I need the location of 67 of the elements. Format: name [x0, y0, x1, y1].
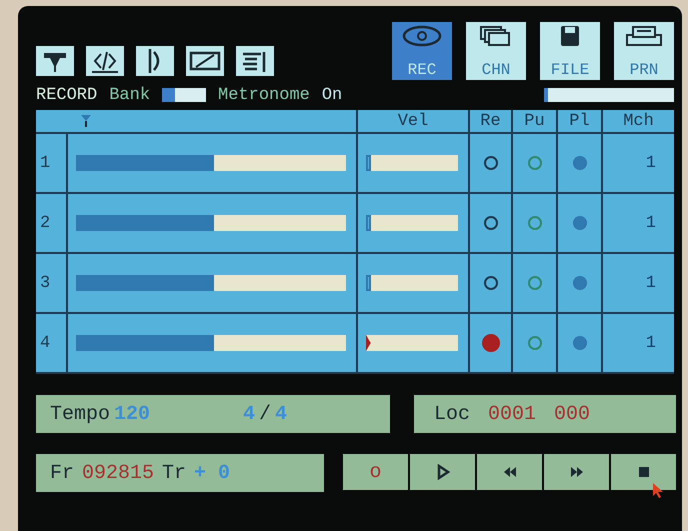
midi-channel: 1 [646, 154, 656, 172]
track-number: 3 [40, 274, 50, 292]
transpose-label: Tr [162, 462, 186, 484]
punch-toggle[interactable] [528, 276, 542, 290]
track-bar[interactable] [76, 275, 346, 291]
column-header: Re [480, 112, 501, 130]
column-header: Pl [569, 112, 590, 130]
rewind-icon [502, 464, 518, 480]
mode-button[interactable]: CHN [466, 22, 526, 80]
record-toggle[interactable] [482, 334, 500, 352]
velocity-slider[interactable] [366, 275, 458, 291]
play-toggle[interactable] [572, 156, 586, 170]
mode-button[interactable]: REC [392, 22, 452, 80]
mode-button[interactable]: PRN [614, 22, 674, 80]
track-number: 2 [40, 214, 50, 232]
velocity-slider[interactable] [366, 335, 458, 351]
punch-toggle[interactable] [528, 156, 542, 170]
mouse-pointer-icon [652, 482, 664, 498]
midi-channel: 1 [646, 274, 656, 292]
fast-forward-icon [568, 464, 584, 480]
printer-icon [624, 24, 664, 48]
record-button[interactable]: o [343, 454, 408, 490]
track-bar[interactable] [76, 335, 346, 351]
column-header: Mch [623, 112, 654, 130]
metronome-value: On [322, 86, 342, 104]
midi-channel: 1 [646, 214, 656, 232]
midi-channel: 1 [646, 334, 656, 352]
position-marker-icon[interactable] [80, 114, 92, 128]
transpose-value[interactable]: + 0 [194, 462, 230, 484]
velocity-slider[interactable] [366, 215, 458, 231]
track-bar[interactable] [76, 215, 346, 231]
location-bar[interactable]: 0001 [488, 402, 536, 426]
time-signature-denominator[interactable]: 4 [275, 402, 288, 426]
lines-icon[interactable] [236, 46, 274, 76]
frame-label: Fr [50, 462, 74, 484]
record-toggle[interactable] [484, 216, 498, 230]
tempo-value[interactable]: 120 [114, 402, 150, 426]
record-toggle[interactable] [484, 156, 498, 170]
mode-label: RECORD [36, 86, 98, 104]
punch-toggle[interactable] [528, 336, 542, 350]
bracket-icon[interactable] [136, 46, 174, 76]
location-label: Loc [434, 402, 470, 426]
play-toggle[interactable] [572, 216, 586, 230]
play-button[interactable] [410, 454, 475, 490]
play-toggle[interactable] [572, 336, 586, 350]
column-header: Vel [398, 112, 428, 130]
track-number: 4 [40, 334, 50, 352]
mode-button[interactable]: FILE [540, 22, 600, 80]
play-toggle[interactable] [572, 276, 586, 290]
tempo-label: Tempo [50, 402, 110, 426]
stop-button[interactable] [611, 454, 676, 490]
time-signature-separator: / [259, 402, 272, 426]
bank-label: Bank [109, 86, 150, 104]
track-bar[interactable] [76, 155, 346, 171]
record-toggle[interactable] [484, 276, 498, 290]
frame-value: 092815 [82, 462, 154, 484]
column-header: Pu [524, 112, 545, 130]
time-signature-numerator[interactable]: 4 [243, 402, 256, 426]
forward-button[interactable] [544, 454, 609, 490]
code-brackets-icon[interactable] [86, 46, 124, 76]
punch-toggle[interactable] [528, 216, 542, 230]
bank-indicator[interactable] [162, 88, 206, 102]
track-number: 1 [40, 154, 50, 172]
velocity-slider[interactable] [366, 155, 458, 171]
metronome-label: Metronome [218, 86, 310, 104]
location-tick[interactable]: 000 [554, 402, 590, 426]
rewind-button[interactable] [477, 454, 542, 490]
